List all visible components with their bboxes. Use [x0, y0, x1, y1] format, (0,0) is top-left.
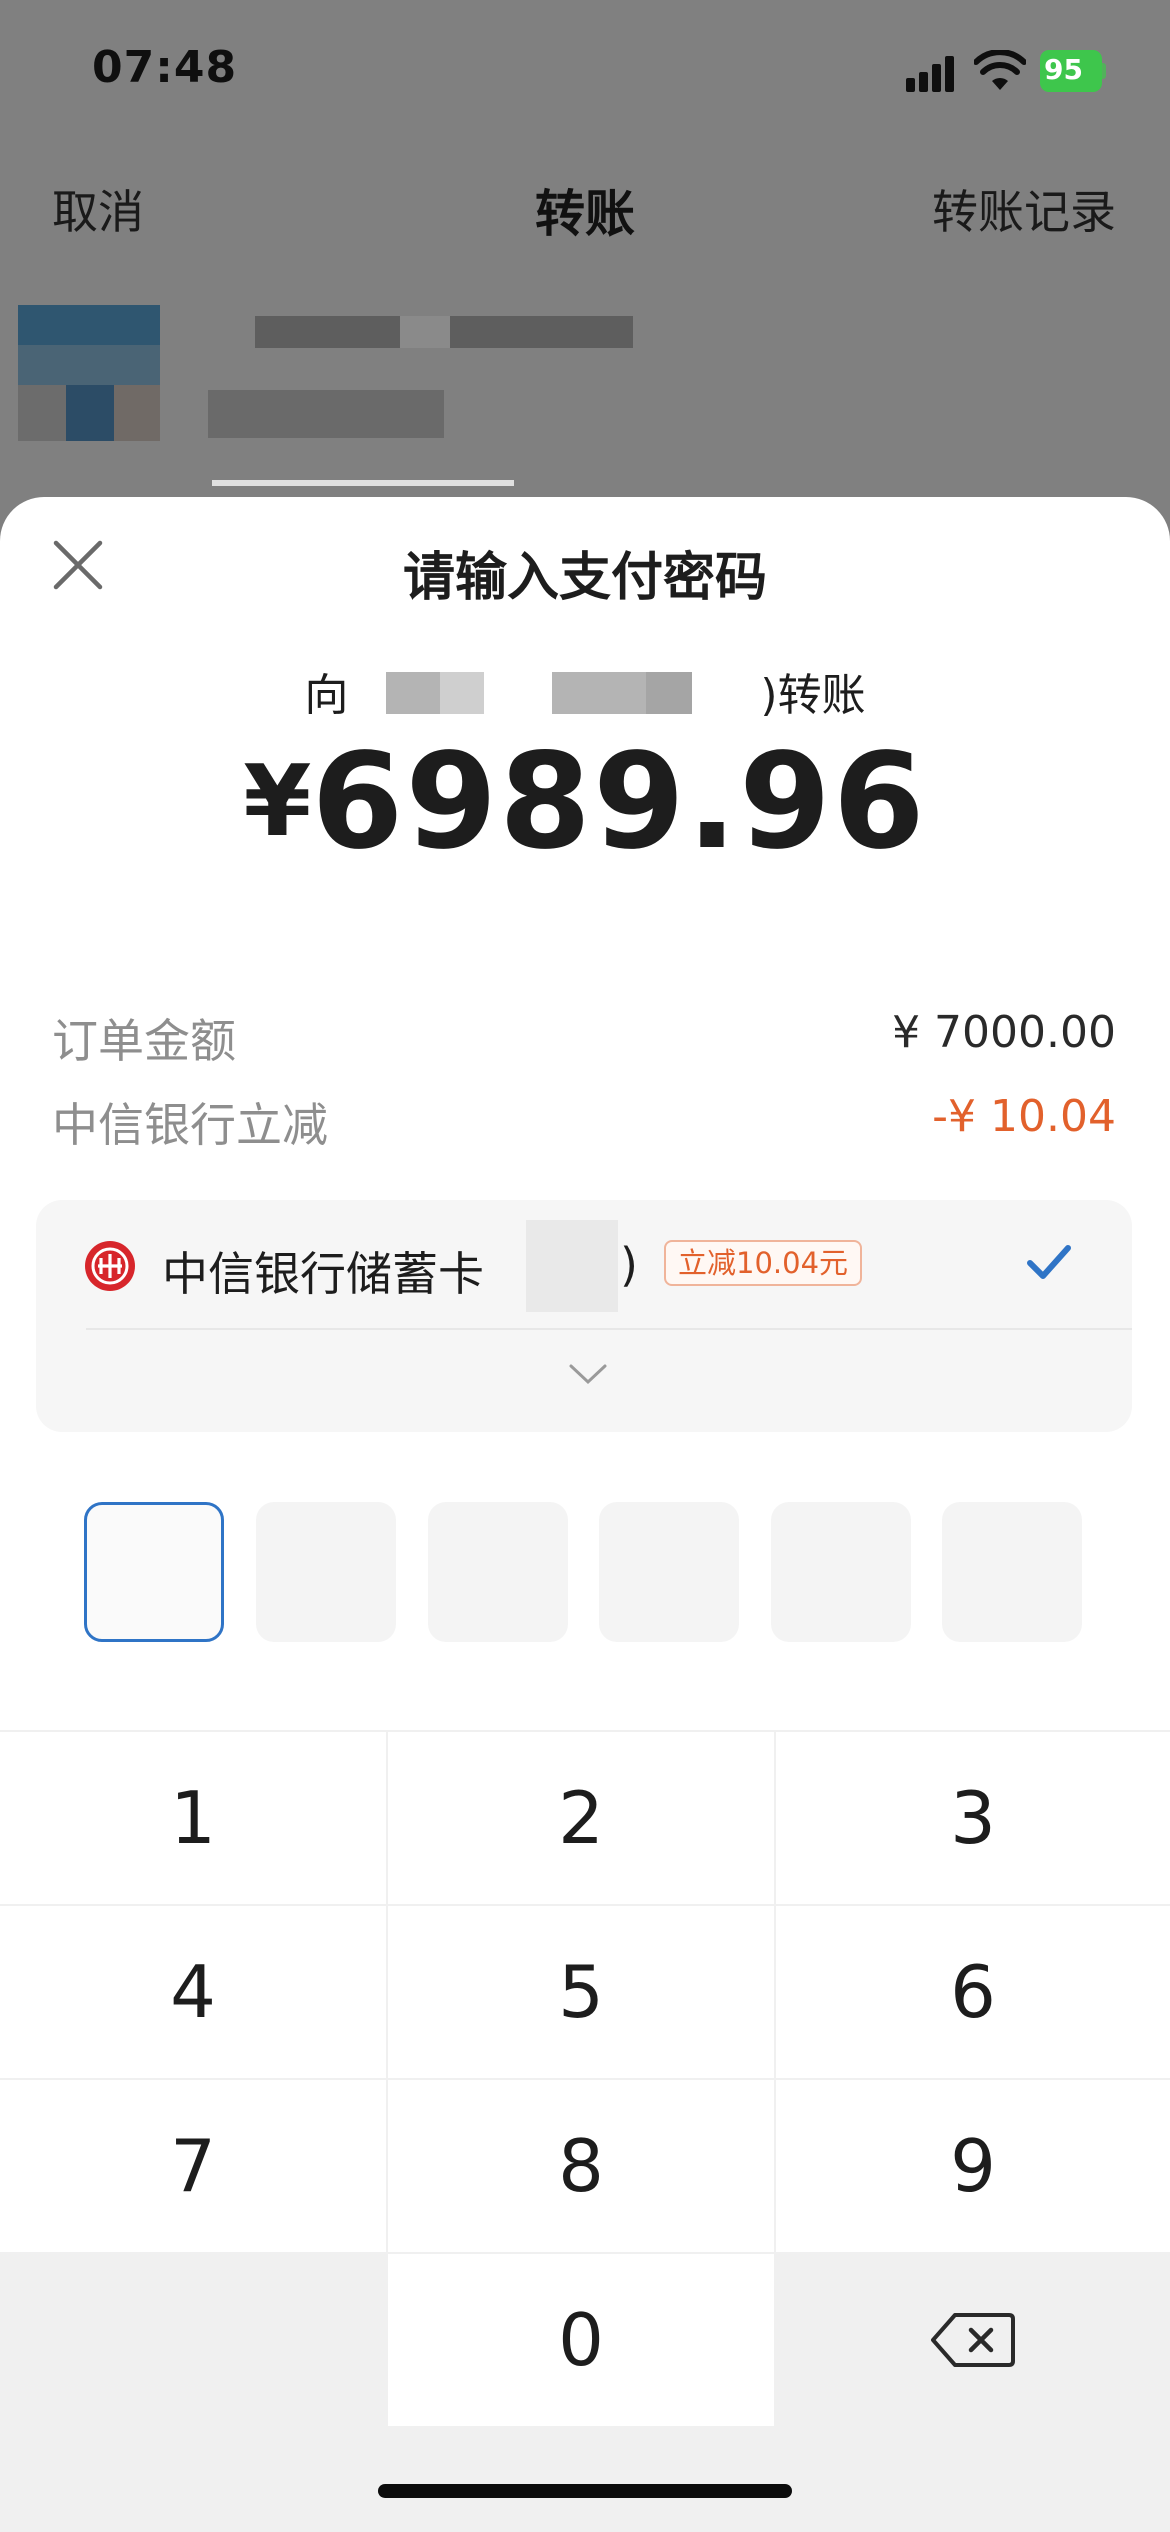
payee-avatar-blurred [18, 305, 178, 455]
card-number-suffix: ) [620, 1238, 638, 1292]
payment-amount: ¥6989.96 [0, 725, 1170, 879]
pin-digit-box[interactable] [256, 1502, 396, 1642]
key-9[interactable]: 9 [776, 2080, 1170, 2252]
key-4[interactable]: 4 [0, 1906, 386, 2078]
wifi-icon [974, 50, 1026, 90]
key-1[interactable]: 1 [0, 1732, 386, 1904]
key-3[interactable]: 3 [776, 1732, 1170, 1904]
status-time: 07:48 [92, 42, 238, 93]
key-7[interactable]: 7 [0, 2080, 386, 2252]
key-blank [0, 2254, 386, 2426]
transfer-history-button[interactable]: 转账记录 [932, 176, 1116, 242]
bank-card-name: 中信银行储蓄卡 [162, 1247, 484, 1301]
key-6[interactable]: 6 [776, 1906, 1170, 2078]
divider [86, 1328, 1132, 1330]
numeric-keypad: 1 2 3 4 5 6 7 8 9 0 [0, 1730, 1170, 2532]
battery-level: 95 [1044, 53, 1083, 86]
payee-suffix: )转账 [760, 670, 866, 721]
payment-password-sheet: 请输入支付密码 向 )转账 ¥6989.96 订单金额 ¥ 7000.00 中信… [0, 497, 1170, 2532]
checkmark-icon [1027, 1245, 1071, 1279]
signal-icon [906, 56, 960, 92]
discount-label: 中信银行立减 [52, 1098, 328, 1152]
pin-digit-box[interactable] [428, 1502, 568, 1642]
key-0[interactable]: 0 [388, 2254, 774, 2426]
nav-bar: 取消 转账 转账记录 [0, 150, 1170, 260]
payment-method-selector[interactable]: 中信银行储蓄卡 ) 立减10.04元 [36, 1200, 1132, 1432]
pin-digit-box[interactable] [771, 1502, 911, 1642]
status-bar: 07:48 95 [0, 0, 1170, 140]
order-amount-value: ¥ 7000.00 [892, 1007, 1116, 1058]
battery-icon: 95 [1040, 50, 1106, 92]
card-number-masked [526, 1220, 618, 1312]
delete-key-icon [931, 2313, 1015, 2367]
amount-value: 6989.96 [311, 725, 927, 879]
payee-prefix: 向 [304, 670, 349, 721]
amount-currency: ¥ [243, 745, 312, 859]
payee-line: 向 )转账 [0, 659, 1170, 723]
payee-name-masked [362, 670, 746, 716]
background-transfer-page: 07:48 95 取消 转账 转账记录 [0, 0, 1170, 520]
pin-digit-box[interactable] [84, 1502, 224, 1642]
pin-digit-box[interactable] [599, 1502, 739, 1642]
key-5[interactable]: 5 [388, 1906, 774, 2078]
pin-digit-box[interactable] [942, 1502, 1082, 1642]
key-8[interactable]: 8 [388, 2080, 774, 2252]
password-input[interactable] [84, 1502, 1084, 1642]
home-indicator[interactable] [378, 2484, 792, 2498]
key-2[interactable]: 2 [388, 1732, 774, 1904]
chevron-down-icon[interactable] [568, 1362, 608, 1386]
order-amount-label: 订单金额 [52, 1014, 236, 1068]
delete-key[interactable] [776, 2254, 1170, 2426]
discount-value: -¥ 10.04 [932, 1091, 1116, 1142]
screen: 07:48 95 取消 转账 转账记录 请输入支付密码 向)转账 ¥6989.… [0, 0, 1170, 2532]
citic-bank-logo-icon [85, 1241, 135, 1291]
sheet-title: 请输入支付密码 [402, 548, 767, 608]
promo-badge: 立减10.04元 [664, 1240, 863, 1286]
